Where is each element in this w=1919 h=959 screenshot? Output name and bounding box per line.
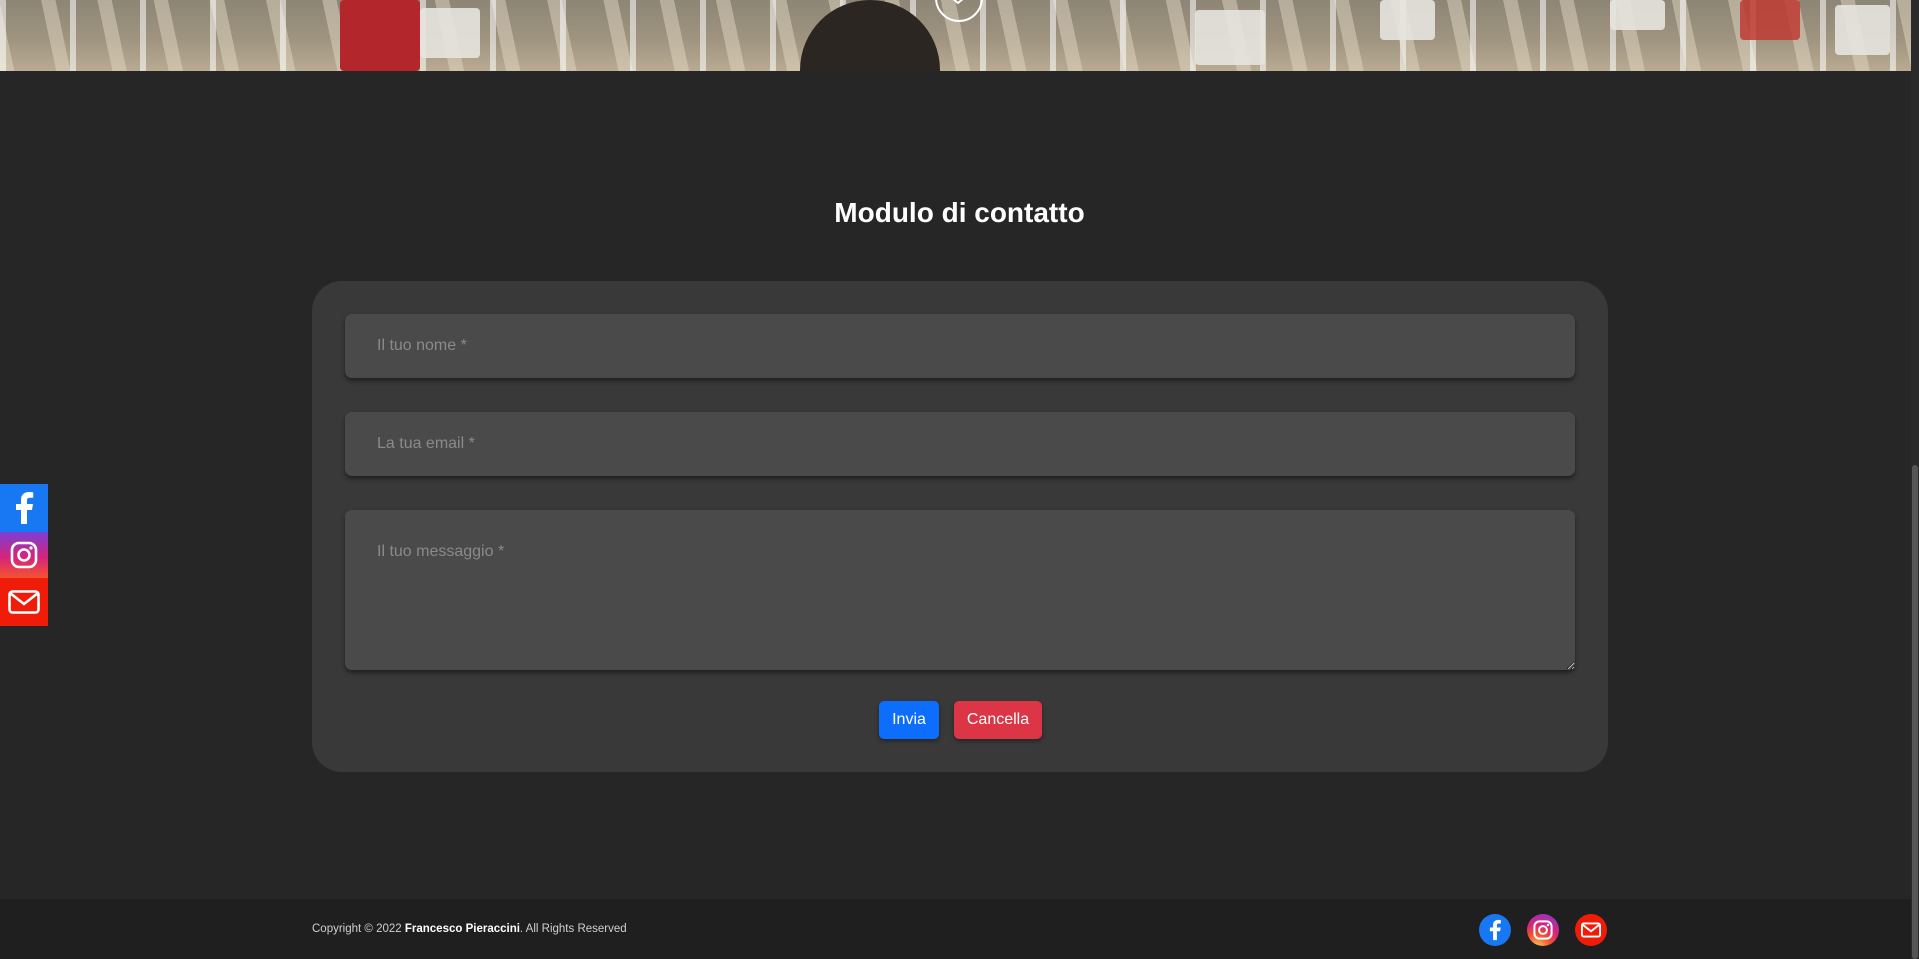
send-button[interactable]: Invia <box>879 701 939 739</box>
email-input[interactable] <box>345 412 1575 476</box>
message-textarea[interactable] <box>345 510 1575 670</box>
video-play-button[interactable] <box>935 0 983 22</box>
hero-decor <box>1835 5 1890 55</box>
copyright-suffix: . All Rights Reserved <box>519 923 627 935</box>
footer-facebook-link[interactable] <box>1479 914 1511 946</box>
email-link[interactable] <box>0 578 48 626</box>
hero-decor <box>1740 0 1800 40</box>
page-title: Modulo di contatto <box>834 197 1085 228</box>
footer-social-icons <box>1479 914 1607 946</box>
copyright-prefix: Copyright © 2022 <box>312 923 405 935</box>
instagram-link[interactable] <box>0 532 48 578</box>
footer: Copyright © 2022 Francesco Pieraccini. A… <box>0 899 1919 959</box>
facebook-icon <box>16 492 34 524</box>
hero-person <box>800 0 940 71</box>
cancel-button[interactable]: Cancella <box>954 701 1042 739</box>
hero-decor <box>1380 0 1435 40</box>
hero-decor <box>420 8 480 58</box>
facebook-icon <box>1489 919 1501 941</box>
mail-icon <box>1581 922 1601 938</box>
instagram-icon <box>10 541 38 569</box>
hero-decor <box>340 0 420 71</box>
footer-instagram-link[interactable] <box>1527 914 1559 946</box>
footer-email-link[interactable] <box>1575 914 1607 946</box>
copyright-text: Copyright © 2022 Francesco Pieraccini. A… <box>312 923 627 935</box>
hero-decor <box>1610 0 1665 30</box>
chevron-down-icon <box>952 0 964 4</box>
floating-social-bar <box>0 484 48 626</box>
author-name: Francesco Pieraccini <box>404 923 520 935</box>
instagram-icon <box>1533 920 1553 940</box>
hero-decor <box>1195 10 1265 65</box>
facebook-link[interactable] <box>0 484 48 532</box>
page-scrollbar[interactable] <box>1911 0 1919 959</box>
scrollbar-thumb[interactable] <box>1912 465 1918 959</box>
mail-icon <box>8 590 40 614</box>
name-input[interactable] <box>345 314 1575 378</box>
hero-image <box>0 0 1919 71</box>
contact-form: Invia Cancella <box>312 281 1608 772</box>
